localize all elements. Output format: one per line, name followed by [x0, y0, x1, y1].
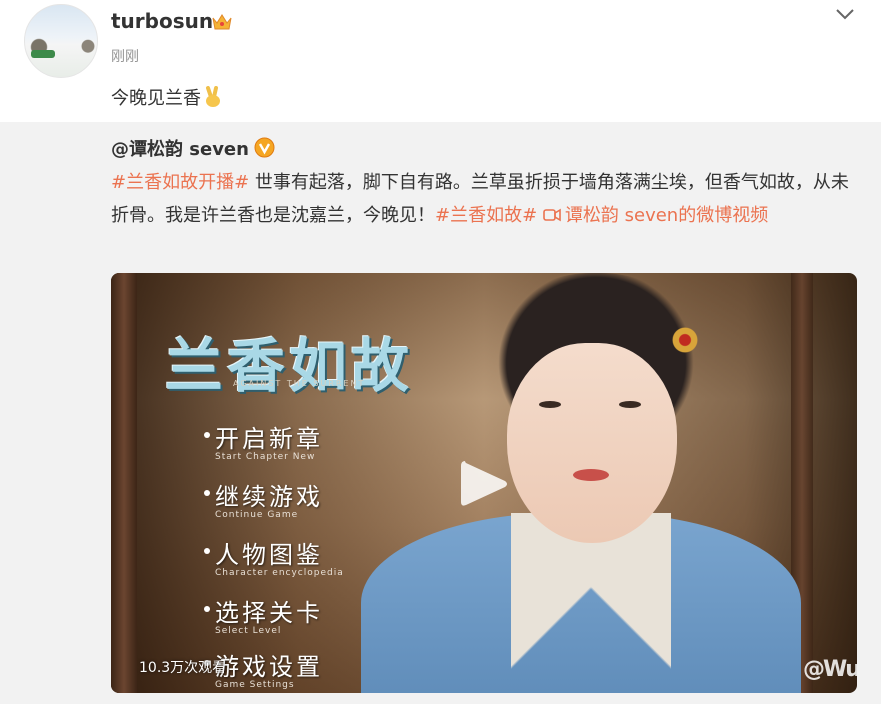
verified-v-icon — [254, 137, 275, 158]
game-menu-item: 继续游戏 Continue Game — [204, 477, 323, 520]
original-author-link[interactable]: @谭松韵 seven — [111, 135, 249, 161]
game-menu-item: 开启新章 Start Chapter New — [204, 419, 323, 462]
avatar-vehicle — [31, 50, 55, 58]
game-menu-label: 游戏设置 — [215, 653, 323, 681]
video-player[interactable]: 兰香如故 AGAINST THE SURRENT 开启新章 Start Chap… — [111, 273, 857, 693]
menu-bullet — [204, 606, 210, 612]
view-count: 10.3万次观看 — [139, 660, 227, 676]
video-camera-icon — [543, 208, 561, 222]
game-menu-item: 人物图鉴 Character encyclopedia — [204, 535, 344, 578]
video-source-label: 谭松韵 seven的微博视频 — [564, 205, 769, 226]
menu-bullet — [204, 548, 210, 554]
game-menu-sublabel: Select Level — [215, 626, 282, 636]
game-menu-sublabel: Start Chapter New — [215, 452, 316, 462]
post-timestamp: 刚刚 — [111, 49, 139, 65]
video-source-link[interactable]: 谭松韵 seven的微博视频 — [543, 205, 768, 226]
avatar-tree-right — [77, 33, 97, 55]
game-menu-label: 人物图鉴 — [215, 541, 323, 569]
character-eye — [619, 401, 641, 408]
hashtag-broadcast-link[interactable]: #兰香如故开播# — [111, 172, 249, 193]
game-menu-item: 选择关卡 Select Level — [204, 593, 323, 636]
game-menu-label: 开启新章 — [215, 425, 323, 453]
username[interactable]: turbosun — [111, 9, 213, 33]
hair-ornament — [672, 327, 698, 353]
game-title: 兰香如故 — [165, 332, 414, 400]
original-post-text: #兰香如故开播# 世事有起落，脚下自有路。兰草虽折损于墙角落满尘埃，但香气如故，… — [111, 166, 856, 232]
scene-pillar — [111, 273, 137, 693]
game-menu-label: 继续游戏 — [215, 483, 323, 511]
chevron-down-icon[interactable] — [834, 6, 856, 22]
game-menu-sublabel: Character encyclopedia — [215, 568, 344, 578]
game-menu-sublabel: Continue Game — [215, 510, 299, 520]
game-menu-label: 选择关卡 — [215, 599, 323, 627]
post-text: 今晚见兰香 — [111, 84, 223, 110]
watermark: @Wu — [803, 657, 857, 682]
game-subtitle: AGAINST THE SURRENT — [233, 379, 366, 388]
post-text-content: 今晚见兰香 — [111, 88, 201, 109]
menu-bullet — [204, 490, 210, 496]
victory-hand-emoji — [206, 86, 220, 107]
game-menu-sublabel: Game Settings — [215, 680, 295, 690]
character-face — [507, 343, 677, 543]
menu-bullet — [204, 432, 210, 438]
crown-badge-icon — [212, 14, 232, 30]
hashtag-show-link[interactable]: #兰香如故# — [435, 205, 537, 226]
user-avatar[interactable] — [24, 4, 98, 78]
game-menu-item: 游戏设置 Game Settings — [204, 647, 323, 690]
character-eye — [539, 401, 561, 408]
character-lips — [573, 469, 609, 481]
play-icon[interactable] — [457, 457, 511, 511]
